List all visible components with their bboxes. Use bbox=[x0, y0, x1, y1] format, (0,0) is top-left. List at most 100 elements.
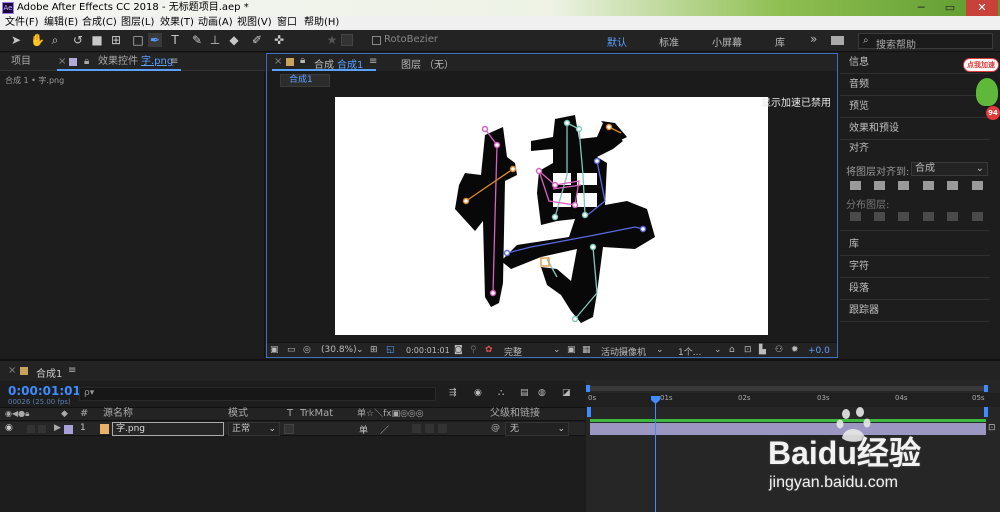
snapshot-camera-icon[interactable]: ◙ bbox=[454, 345, 463, 355]
comp-mini-flowchart-icon[interactable]: ⇶ bbox=[449, 388, 457, 398]
camera-view-dropdown[interactable]: 活动摄像机 bbox=[601, 345, 646, 358]
views-layout-dropdown[interactable]: 1个... bbox=[678, 345, 701, 358]
panel-character[interactable]: 字符 bbox=[840, 256, 990, 278]
pan-behind-tool-icon[interactable]: ⊞ bbox=[109, 33, 123, 47]
magnification-dropdown[interactable]: (30.8%) bbox=[321, 345, 357, 355]
mode-header[interactable]: 模式 bbox=[228, 408, 248, 420]
zoom-tool-icon[interactable]: ⌕ bbox=[48, 33, 62, 47]
minimize-button[interactable]: ─ bbox=[908, 0, 934, 16]
hand-tool-icon[interactable]: ✋ bbox=[30, 33, 45, 47]
align-top-icon[interactable] bbox=[923, 181, 934, 190]
show-snapshot-icon[interactable]: ⚲ bbox=[470, 345, 477, 355]
panel-menu-icon[interactable]: ≡ bbox=[68, 365, 76, 376]
motion-blur-icon[interactable]: ◍ bbox=[538, 388, 546, 398]
draft-3d-icon[interactable]: ◉ bbox=[474, 388, 482, 398]
solo-toggle[interactable] bbox=[27, 425, 35, 433]
speed-up-badge[interactable]: 点我加速 94 bbox=[962, 56, 1000, 120]
menu-effect[interactable]: 效果(T) bbox=[160, 16, 194, 30]
layer-name-field[interactable]: 字.png bbox=[112, 422, 224, 436]
vr-icon[interactable]: ◎ bbox=[303, 345, 311, 355]
time-ruler[interactable]: 0s 01s 02s 03s 04s 05s bbox=[586, 393, 1000, 407]
region-of-interest-icon[interactable]: ▣ bbox=[567, 345, 576, 355]
workspace-default[interactable]: 默认 bbox=[607, 34, 627, 49]
close-button[interactable]: ✕ bbox=[966, 0, 998, 16]
puppet-pin-tool-icon[interactable]: ✜ bbox=[272, 33, 286, 47]
exposure-value[interactable]: +0.0 bbox=[808, 346, 830, 356]
panel-align-title[interactable]: 对齐 bbox=[840, 140, 990, 158]
menu-view[interactable]: 视图(V) bbox=[237, 16, 272, 30]
chevron-down-icon[interactable]: ⌄ bbox=[356, 345, 364, 355]
align-to-select[interactable]: 合成 ⌄ bbox=[911, 162, 988, 176]
composition-canvas[interactable] bbox=[335, 97, 768, 335]
workspace-standard[interactable]: 标准 bbox=[659, 34, 679, 49]
frame-blend-switch[interactable] bbox=[425, 424, 434, 433]
current-time-indicator[interactable] bbox=[651, 396, 660, 512]
rectangle-tool-icon[interactable]: □ bbox=[131, 33, 145, 47]
viewer-timecode[interactable]: 0:00:01:01 bbox=[406, 346, 450, 355]
menu-file[interactable]: 文件(F) bbox=[5, 16, 39, 30]
layer-duration-bar[interactable] bbox=[590, 423, 986, 435]
fast-previews-icon[interactable]: ⊡ bbox=[744, 345, 752, 355]
timeline-tab[interactable]: 合成1 bbox=[36, 365, 62, 380]
align-vertical-center-icon[interactable] bbox=[947, 181, 958, 190]
preserve-transparency-box[interactable] bbox=[284, 424, 294, 434]
parent-link-header[interactable]: 父级和链接 bbox=[490, 408, 540, 420]
grid-guides-icon[interactable]: ⊞ bbox=[370, 345, 378, 355]
roto-brush-tool-icon[interactable]: ✐ bbox=[250, 33, 264, 47]
panel-paragraph[interactable]: 段落 bbox=[840, 278, 990, 300]
close-tab-icon[interactable]: × bbox=[8, 365, 16, 376]
source-name-header[interactable]: 源名称 bbox=[103, 408, 133, 420]
shy-switch-icon[interactable]: 单 bbox=[359, 423, 368, 436]
pen-tool-icon[interactable]: ✒ bbox=[148, 33, 162, 47]
align-right-icon[interactable] bbox=[898, 181, 909, 190]
timeline-search-input[interactable]: ρ▾ bbox=[79, 387, 436, 401]
visibility-eye-icon[interactable]: ◉ bbox=[5, 423, 13, 433]
brush-tool-icon[interactable]: ✎ bbox=[190, 33, 204, 47]
workspace-small-screen[interactable]: 小屏幕 bbox=[712, 34, 742, 49]
help-search-box[interactable]: ⌕ 搜索帮助 bbox=[858, 33, 993, 51]
chevron-down-icon[interactable]: ⌄ bbox=[714, 345, 722, 355]
selection-tool-icon[interactable]: ➤ bbox=[9, 33, 23, 47]
layer-end-marker-icon[interactable]: ⊡ bbox=[988, 423, 998, 435]
expand-layer-icon[interactable]: ▶ bbox=[54, 423, 61, 433]
graph-editor-icon[interactable]: ◪ bbox=[562, 388, 571, 398]
work-area-end[interactable] bbox=[984, 407, 988, 417]
workspace-library[interactable]: 库 bbox=[775, 34, 785, 49]
blend-mode-select[interactable]: 正常 ⌄ bbox=[228, 422, 280, 436]
reset-exposure-icon[interactable]: ✹ bbox=[791, 345, 799, 355]
tab-project[interactable]: 项目 bbox=[11, 53, 31, 71]
keyboard-icon[interactable] bbox=[831, 36, 844, 45]
menu-window[interactable]: 窗口 bbox=[277, 16, 297, 30]
fill-swatch[interactable] bbox=[341, 34, 353, 46]
transparency-grid-icon[interactable]: ▦ bbox=[582, 345, 591, 355]
maximize-button[interactable]: ▭ bbox=[937, 0, 963, 16]
parent-select[interactable]: 无 ⌄ bbox=[505, 422, 569, 436]
chevron-down-icon[interactable]: ⌄ bbox=[656, 345, 664, 355]
comp-flowchart-icon[interactable]: ⚇ bbox=[775, 345, 783, 355]
chevron-down-icon[interactable]: ⌄ bbox=[553, 345, 561, 355]
close-tab-icon[interactable]: × bbox=[274, 56, 282, 67]
hide-shy-layers-icon[interactable]: ⛬ bbox=[498, 388, 504, 398]
menu-edit[interactable]: 编辑(E) bbox=[44, 16, 78, 30]
lock-toggle[interactable] bbox=[38, 425, 46, 433]
channel-rgb-icon[interactable]: ✿ bbox=[485, 345, 493, 355]
pick-whip-icon[interactable]: @ bbox=[491, 423, 500, 433]
current-time-display[interactable]: 0:00:01:01 bbox=[8, 384, 81, 398]
panel-tracker[interactable]: 跟踪器 bbox=[840, 300, 990, 322]
rotobezier-checkbox[interactable] bbox=[372, 36, 381, 45]
tab-layer[interactable]: 图层 bbox=[401, 56, 421, 71]
rotate-tool-icon[interactable]: ↺ bbox=[71, 33, 85, 47]
mask-visibility-icon[interactable]: ◱ bbox=[386, 345, 395, 355]
clone-stamp-tool-icon[interactable]: ⊥ bbox=[208, 33, 222, 47]
align-bottom-icon[interactable] bbox=[972, 181, 983, 190]
menu-animation[interactable]: 动画(A) bbox=[198, 16, 233, 30]
eraser-tool-icon[interactable]: ◆ bbox=[227, 33, 241, 47]
menu-layer[interactable]: 图层(L) bbox=[121, 16, 154, 30]
trkmat-header[interactable]: TrkMat bbox=[300, 408, 333, 420]
menu-help[interactable]: 帮助(H) bbox=[304, 16, 339, 30]
always-preview-icon[interactable]: ▣ bbox=[270, 345, 279, 355]
monitor-icon[interactable]: ▭ bbox=[287, 345, 296, 355]
resolution-dropdown[interactable]: 完整 bbox=[504, 345, 522, 358]
align-horizontal-center-icon[interactable] bbox=[874, 181, 885, 190]
comp-subtab[interactable]: 合成1 bbox=[280, 74, 330, 87]
